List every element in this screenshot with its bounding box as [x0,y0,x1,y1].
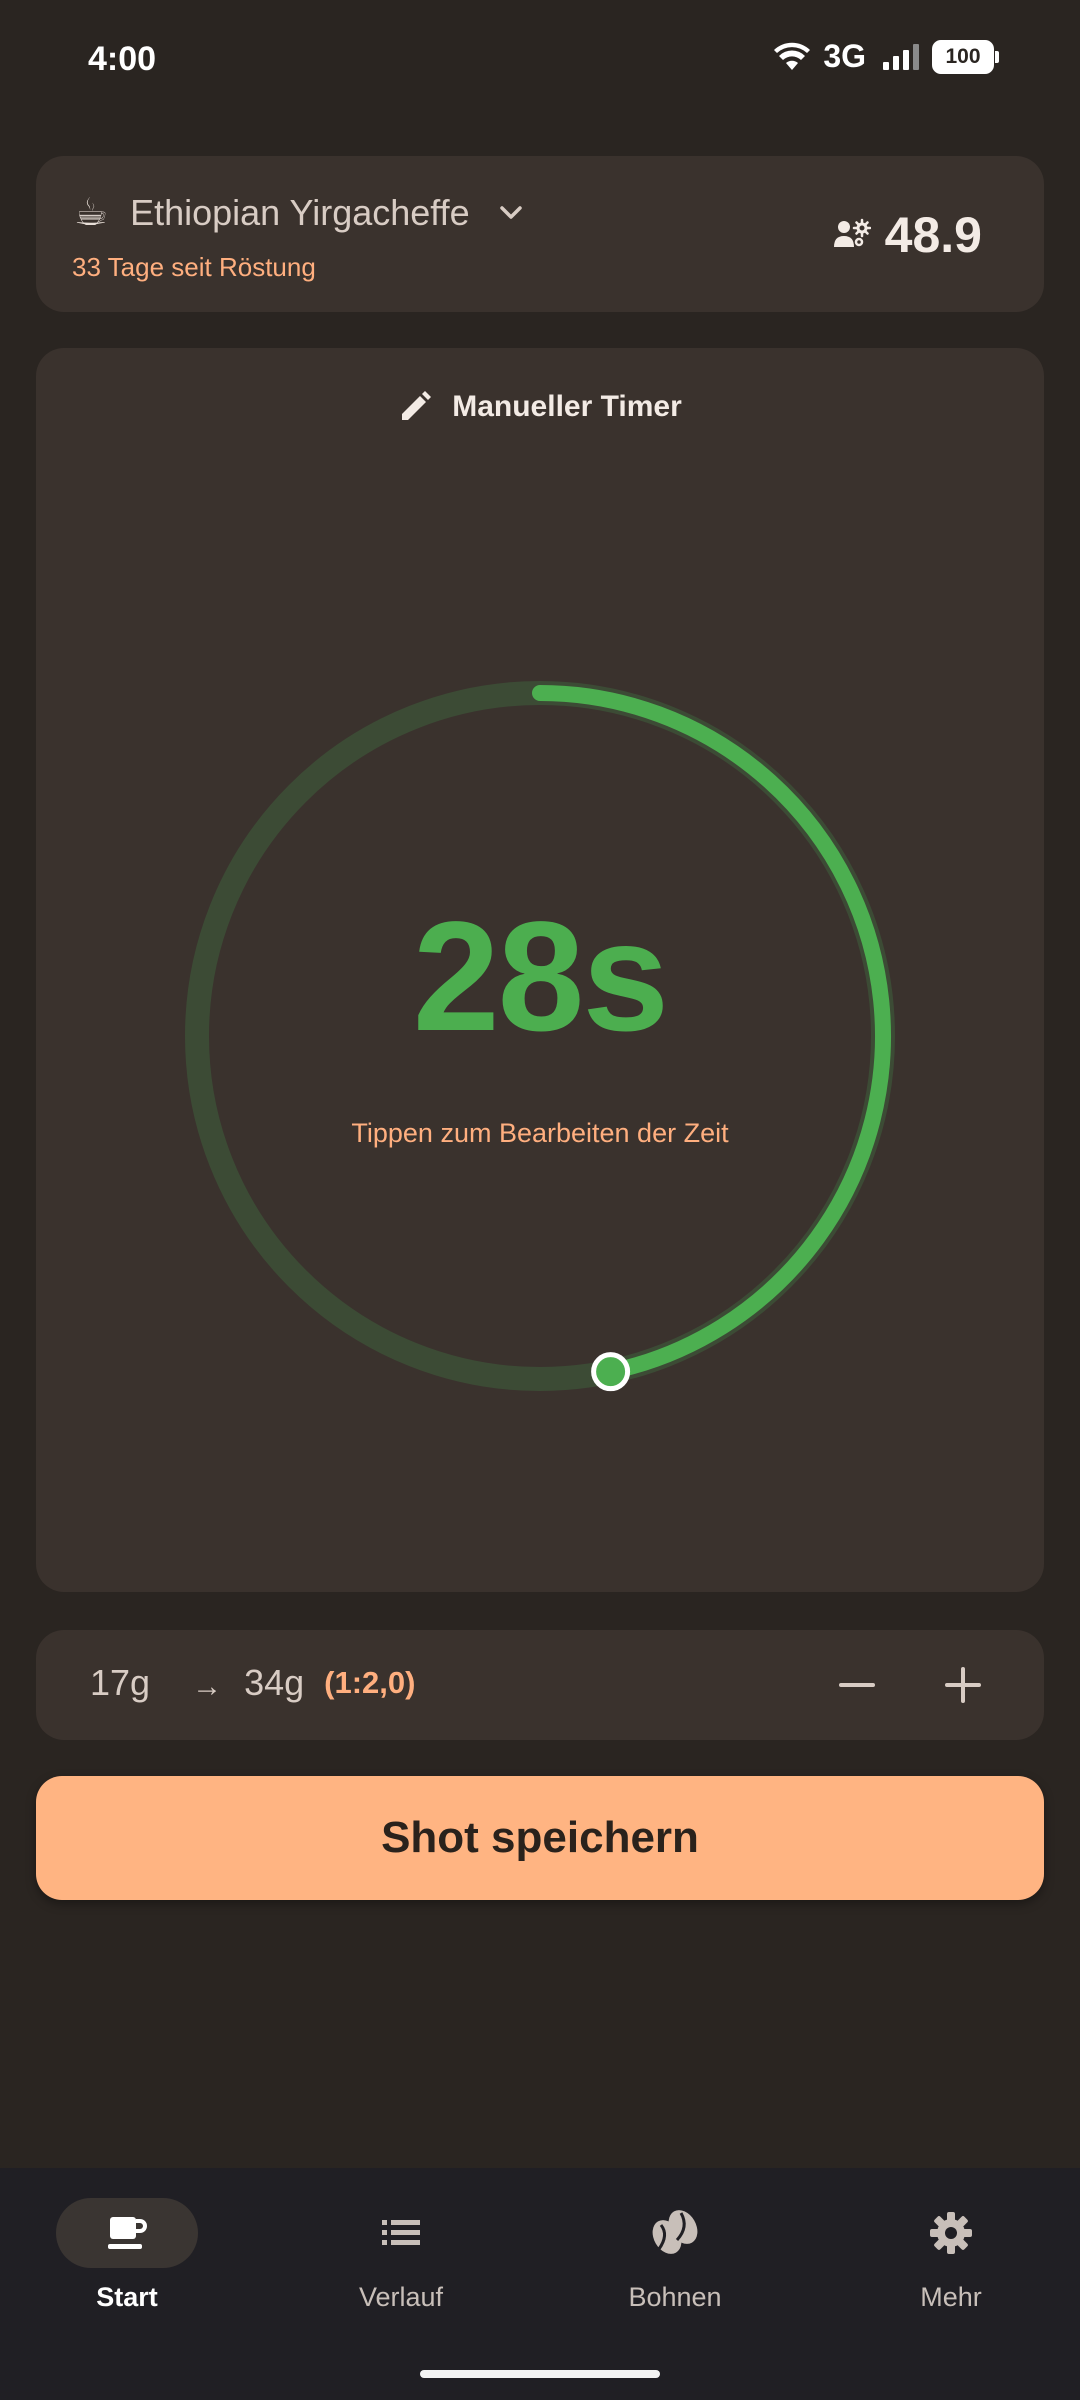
nav-item-start[interactable]: Start [27,2198,227,2313]
dose-out[interactable]: 34g [244,1662,304,1704]
grinder-setting[interactable]: 48.9 [833,206,982,264]
bean-selector[interactable]: ☕ Ethiopian Yirgacheffe [74,190,526,235]
pencil-icon [402,391,432,420]
battery-icon: 100 [932,39,999,74]
coffee-bean-icon [652,2210,698,2254]
increase-button[interactable] [930,1652,996,1718]
timer-mode-toggle[interactable]: Manueller Timer [36,390,1044,424]
coffee-cup-icon [108,2217,147,2249]
save-shot-button[interactable]: Shot speichern [36,1776,1044,1900]
decrease-button[interactable] [824,1652,890,1718]
wifi-icon [774,42,811,70]
timer-value[interactable]: 28s [36,888,1044,1067]
timer-dial-handle[interactable] [591,1352,631,1392]
grinder-icon [833,218,871,247]
nav-item-bohnen[interactable]: Bohnen [575,2198,775,2313]
nav-label-verlauf: Verlauf [358,2282,444,2312]
nav-label-mehr: Mehr [920,2282,982,2312]
timer-mode-label: Manueller Timer [452,390,682,423]
plus-icon [945,1667,981,1703]
bean-selector-card[interactable]: ☕ Ethiopian Yirgacheffe 33 Tage seit Rös… [36,156,1044,312]
network-type: 3G [823,38,866,74]
chevron-down-icon[interactable] [496,198,526,228]
ratio-card: 17g → 34g (1:2,0) [36,1630,1044,1740]
dose-row: 17g → 34g (1:2,0) [90,1662,415,1704]
grinder-value: 48.9 [884,207,982,263]
timer-card: Manueller Timer 28s Tippen zum Bearbeite… [36,348,1044,1592]
dose-in[interactable]: 17g [90,1662,150,1704]
list-icon [382,2220,420,2245]
status-icons: 3G 100 [773,38,999,75]
brew-ratio: (1:2,0) [324,1665,416,1700]
gear-icon [930,2212,972,2254]
timer-hint: Tippen zum Bearbeiten der Zeit [351,1118,729,1148]
nav-label-start: Start [96,2282,158,2312]
bottom-navigation: Start Verlauf Bohnen Mehr [0,2168,1080,2400]
home-indicator[interactable] [420,2370,660,2378]
coffee-cup-emoji-icon: ☕ [74,192,109,234]
days-since-roast: 33 Tage seit Röstung [72,252,316,282]
nav-item-mehr[interactable]: Mehr [851,2198,1051,2313]
bean-name[interactable]: Ethiopian Yirgacheffe [130,192,470,234]
minus-icon [839,1683,875,1687]
arrow-right-icon: → [192,1670,223,1703]
status-bar: 4:00 3G 100 [0,0,1080,120]
status-time: 4:00 [88,40,157,78]
nav-label-bohnen: Bohnen [628,2282,722,2312]
battery-level: 100 [945,44,981,68]
signal-icon [883,43,919,70]
nav-item-verlauf[interactable]: Verlauf [301,2198,501,2313]
